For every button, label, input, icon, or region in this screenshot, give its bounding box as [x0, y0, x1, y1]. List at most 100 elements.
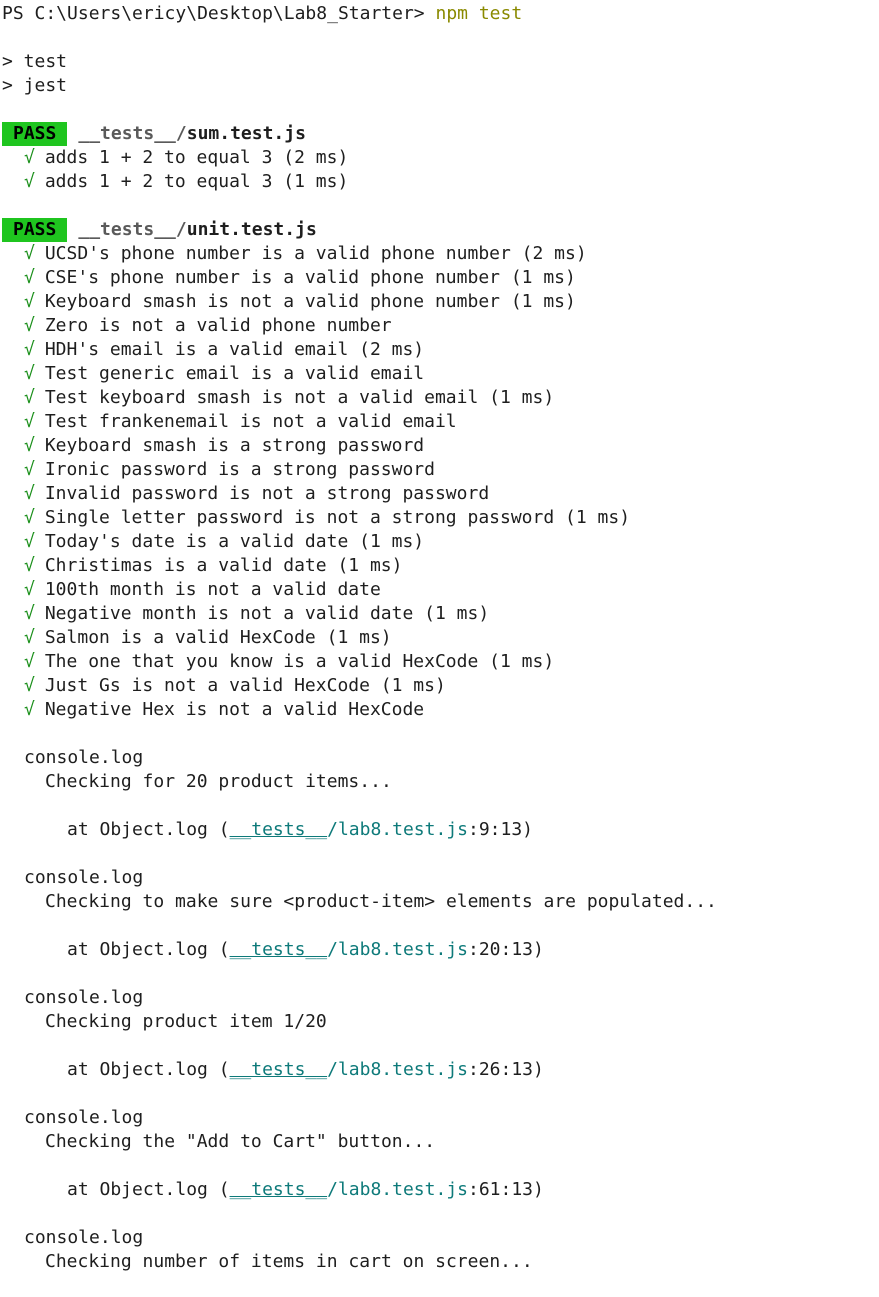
check-icon: √ [24, 651, 35, 672]
prompt-command: npm test [435, 3, 523, 24]
prompt-line: PS C:\Users\ericy\Desktop\Lab8_Starter> … [2, 2, 879, 26]
check-icon: √ [24, 603, 35, 624]
test-name: Negative month is not a valid date (1 ms… [44, 603, 490, 624]
terminal-output[interactable]: PS C:\Users\ericy\Desktop\Lab8_Starter> … [0, 0, 879, 1274]
suite-file: unit.test.js [186, 219, 317, 240]
check-icon: √ [24, 339, 35, 360]
log-label: console.log [24, 987, 144, 1008]
test-name: 100th month is not a valid date [44, 579, 381, 600]
check-icon: √ [24, 531, 35, 552]
log-location-link[interactable]: __tests__ [230, 939, 328, 960]
check-icon: √ [24, 267, 35, 288]
check-icon: √ [24, 699, 35, 720]
script-line: > test [2, 51, 68, 72]
test-result: √ Negative month is not a valid date (1 m… [2, 602, 879, 626]
log-location-prefix: at Object.log ( [67, 939, 230, 960]
check-icon: √ [24, 627, 35, 648]
log-location: at Object.log (__tests__/lab8.test.js:61… [2, 1178, 879, 1202]
test-result: √ Zero is not a valid phone number [2, 314, 879, 338]
test-result: √ Test generic email is a valid email [2, 362, 879, 386]
check-icon: √ [24, 507, 35, 528]
script-line: > jest [2, 75, 68, 96]
check-icon: √ [24, 579, 35, 600]
log-location-file[interactable]: /lab8.test.js [327, 1179, 468, 1200]
log-location-file[interactable]: /lab8.test.js [327, 1059, 468, 1080]
log-location: at Object.log (__tests__/lab8.test.js:26… [2, 1058, 879, 1082]
check-icon: √ [24, 435, 35, 456]
log-location-link[interactable]: __tests__ [230, 1179, 328, 1200]
check-icon: √ [24, 147, 35, 168]
test-name: Zero is not a valid phone number [44, 315, 392, 336]
log-location-link[interactable]: __tests__ [230, 1059, 328, 1080]
log-message: Checking number of items in cart on scre… [45, 1251, 533, 1272]
test-result: √ Single letter password is not a strong … [2, 506, 879, 530]
log-location-pos: :61:13) [468, 1179, 544, 1200]
suite-dir: __tests__/ [78, 123, 187, 144]
test-name: Ironic password is a strong password [44, 459, 435, 480]
check-icon: √ [24, 387, 35, 408]
check-icon: √ [24, 363, 35, 384]
check-icon: √ [24, 315, 35, 336]
test-name: Invalid password is not a strong passwor… [44, 483, 490, 504]
check-icon: √ [24, 483, 35, 504]
check-icon: √ [24, 411, 35, 432]
test-result: √ HDH's email is a valid email (2 ms) [2, 338, 879, 362]
log-label: console.log [24, 1107, 144, 1128]
log-location-pos: :20:13) [468, 939, 544, 960]
log-message: Checking for 20 product items... [45, 771, 392, 792]
log-location-prefix: at Object.log ( [67, 819, 230, 840]
test-name: adds 1 + 2 to equal 3 (1 ms) [44, 171, 349, 192]
log-message: Checking to make sure <product-item> ele… [45, 891, 717, 912]
test-name: UCSD's phone number is a valid phone num… [44, 243, 587, 264]
check-icon: √ [24, 459, 35, 480]
test-result: √ Today's date is a valid date (1 ms) [2, 530, 879, 554]
log-location-pos: :26:13) [468, 1059, 544, 1080]
log-location-file[interactable]: /lab8.test.js [327, 939, 468, 960]
log-location: at Object.log (__tests__/lab8.test.js:9:… [2, 818, 879, 842]
test-name: Keyboard smash is not a valid phone numb… [44, 291, 576, 312]
log-location-link[interactable]: __tests__ [230, 819, 328, 840]
check-icon: √ [24, 675, 35, 696]
log-location: at Object.log (__tests__/lab8.test.js:20… [2, 938, 879, 962]
test-name: Salmon is a valid HexCode (1 ms) [44, 627, 392, 648]
test-name: Test generic email is a valid email [44, 363, 425, 384]
test-result: √ Just Gs is not a valid HexCode (1 ms) [2, 674, 879, 698]
test-name: CSE's phone number is a valid phone numb… [44, 267, 576, 288]
test-result: √ Ironic password is a strong password [2, 458, 879, 482]
test-result: √ The one that you know is a valid HexCod… [2, 650, 879, 674]
check-icon: √ [24, 291, 35, 312]
test-name: adds 1 + 2 to equal 3 (2 ms) [44, 147, 349, 168]
log-message: Checking product item 1/20 [45, 1011, 327, 1032]
test-result: √ Test keyboard smash is not a valid emai… [2, 386, 879, 410]
suite-dir: __tests__/ [78, 219, 187, 240]
prompt-path: PS C:\Users\ericy\Desktop\Lab8_Starter> [2, 3, 425, 24]
test-name: Single letter password is not a strong p… [44, 507, 631, 528]
pass-badge: PASS [2, 122, 68, 146]
test-result: √ Salmon is a valid HexCode (1 ms) [2, 626, 879, 650]
suite-file: sum.test.js [186, 123, 306, 144]
suite-header: PASS __tests__/unit.test.js [2, 218, 879, 242]
test-name: HDH's email is a valid email (2 ms) [44, 339, 425, 360]
test-result: √ Negative Hex is not a valid HexCode [2, 698, 879, 722]
log-location-prefix: at Object.log ( [67, 1179, 230, 1200]
log-location-prefix: at Object.log ( [67, 1059, 230, 1080]
test-result: √ adds 1 + 2 to equal 3 (2 ms) [2, 146, 879, 170]
test-name: Christimas is a valid date (1 ms) [44, 555, 403, 576]
check-icon: √ [24, 171, 35, 192]
test-result: √ 100th month is not a valid date [2, 578, 879, 602]
test-name: Keyboard smash is a strong password [44, 435, 425, 456]
log-message: Checking the "Add to Cart" button... [45, 1131, 436, 1152]
test-name: Negative Hex is not a valid HexCode [44, 699, 425, 720]
log-location-file[interactable]: /lab8.test.js [327, 819, 468, 840]
test-result: √ UCSD's phone number is a valid phone nu… [2, 242, 879, 266]
